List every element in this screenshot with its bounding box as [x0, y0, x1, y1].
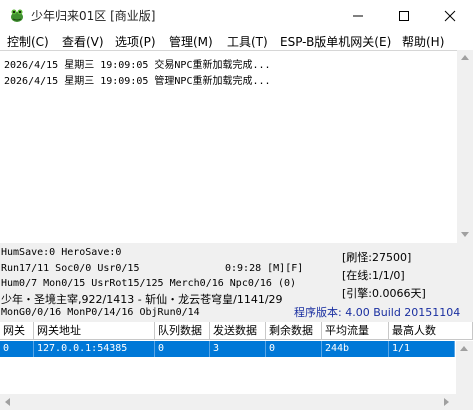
minimize-icon	[353, 15, 363, 17]
uptime: 0:9:28 [M][F]	[225, 263, 304, 274]
column-header[interactable]: 最高人数	[389, 322, 473, 340]
table-cell: 3	[210, 341, 266, 357]
save-status: HumSave:0 HeroSave:0	[1, 247, 122, 258]
menu-options[interactable]: 选项(P)	[115, 33, 156, 50]
maximize-button[interactable]	[381, 0, 427, 30]
menu-manage[interactable]: 管理(M)	[169, 33, 213, 50]
column-header[interactable]: 发送数据	[210, 322, 266, 340]
column-header[interactable]: 网关	[0, 322, 34, 340]
menu-bar: 控制(C) 查看(V) 选项(P) 管理(M) 工具(T) ESP-B版单机网关…	[0, 30, 473, 50]
table-cell: 0	[0, 341, 34, 357]
scroll-up-icon[interactable]	[460, 346, 468, 351]
close-icon	[444, 10, 456, 22]
column-header[interactable]: 平均流量	[322, 322, 389, 340]
object-status: Hum0/7 Mon0/15 UsrRot15/125 Merch0/16 Np…	[1, 278, 297, 289]
version-label: 程序版本: 4.00 Build 20151104	[294, 306, 461, 319]
menu-help[interactable]: 帮助(H)	[402, 33, 444, 50]
menu-tools[interactable]: 工具(T)	[227, 33, 268, 50]
monster-status: MonG0/0/16 MonP0/14/16 ObjRun0/14	[1, 307, 200, 318]
menu-gateway[interactable]: ESP-B版单机网关(E)	[280, 33, 391, 50]
status-panel: HumSave:0 HeroSave:0 Run17/11 Soc0/0 Usr…	[0, 243, 473, 322]
table-vertical-scrollbar[interactable]	[456, 341, 473, 410]
top-player-status: 少年・圣境主宰,922/1413 - 斩仙・龙云苍穹皇/1141/29	[1, 293, 283, 306]
scroll-down-icon[interactable]	[461, 232, 469, 237]
minimize-button[interactable]	[335, 0, 381, 30]
column-header[interactable]: 网关地址	[34, 322, 155, 340]
scroll-left-icon[interactable]	[5, 398, 10, 406]
run-status: Run17/11 Soc0/0 Usr0/15	[1, 263, 140, 274]
log-panel[interactable]: 2026/4/15 星期三 19:09:05 交易NPC重新加载完成... 20…	[0, 50, 457, 243]
window-title: 少年归来01区 [商业版]	[31, 9, 156, 23]
column-header[interactable]: 队列数据	[155, 322, 210, 340]
close-button[interactable]	[427, 0, 473, 30]
refresh-counter: [刷怪:27500]	[342, 251, 412, 264]
table-row[interactable]: 0 127.0.0.1:54385 0 3 0 244b 1/1	[0, 341, 455, 357]
column-header[interactable]: 剩余数据	[266, 322, 322, 340]
table-cell: 0	[266, 341, 322, 357]
online-counter: [在线:1/1/0]	[342, 269, 405, 282]
menu-control[interactable]: 控制(C)	[7, 33, 49, 50]
log-line: 2026/4/15 星期三 19:09:05 交易NPC重新加载完成...	[4, 60, 271, 71]
log-scrollbar[interactable]	[457, 50, 473, 243]
title-bar[interactable]: 少年归来01区 [商业版]	[0, 0, 473, 30]
maximize-icon	[399, 11, 409, 21]
table-cell: 1/1	[389, 341, 455, 357]
table-cell: 0	[155, 341, 210, 357]
scroll-up-icon[interactable]	[461, 55, 469, 60]
log-line: 2026/4/15 星期三 19:09:05 管理NPC重新加载完成...	[4, 76, 271, 87]
scroll-right-icon[interactable]	[444, 398, 449, 406]
engine-uptime: [引擎:0.0066天]	[342, 287, 426, 300]
table-horizontal-scrollbar[interactable]	[0, 394, 456, 410]
table-cell: 244b	[322, 341, 389, 357]
menu-view[interactable]: 查看(V)	[62, 33, 104, 50]
table-cell: 127.0.0.1:54385	[34, 341, 155, 357]
frog-app-icon	[11, 9, 23, 22]
